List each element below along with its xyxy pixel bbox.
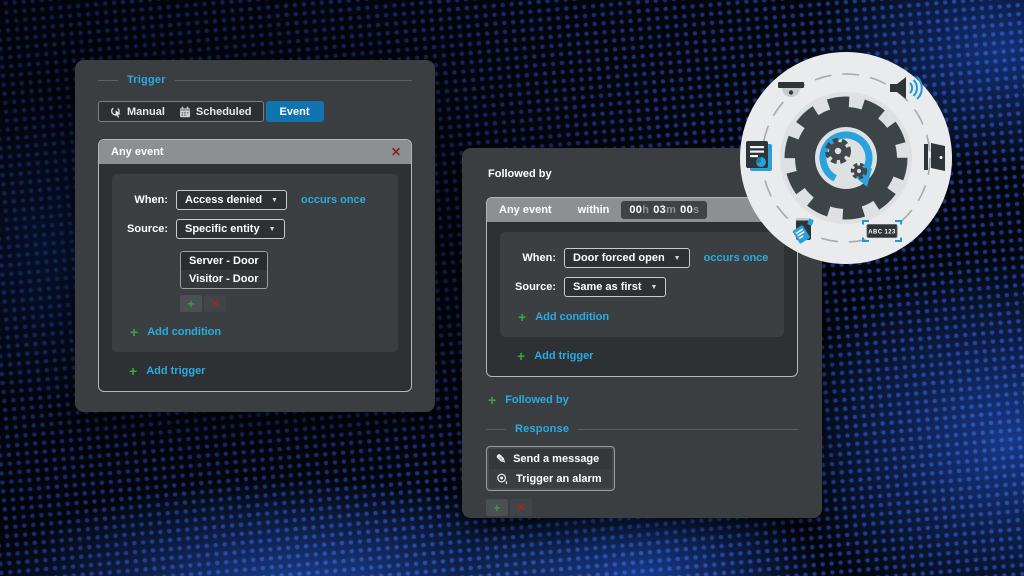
trigger-legend-label: Trigger xyxy=(127,74,166,86)
when-label: When: xyxy=(522,252,556,264)
chevron-down-icon: ▼ xyxy=(271,196,278,204)
tab-event-label: Event xyxy=(279,105,310,118)
manual-trigger-icon xyxy=(111,106,121,118)
plus-icon: + xyxy=(517,348,526,364)
response-item-label: Trigger an alarm xyxy=(516,472,602,485)
add-condition-label: Add condition xyxy=(535,311,610,323)
trigger-legend: Trigger xyxy=(98,74,412,86)
tab-manual[interactable]: Manual xyxy=(103,102,172,121)
condition-box: When: Access denied ▼ occurs once Source… xyxy=(112,174,398,352)
tab-scheduled[interactable]: Scheduled xyxy=(172,102,259,121)
hours-value: 00 xyxy=(629,204,643,216)
license-plate-text: ABC 123 xyxy=(868,229,896,235)
within-label: within xyxy=(577,204,610,216)
automation-circle-graphic: ABC 123 xyxy=(740,52,952,264)
alarm-icon xyxy=(497,473,508,485)
tab-event[interactable]: Event xyxy=(265,101,324,122)
automation-illustration: ABC 123 xyxy=(738,50,954,266)
door-icon xyxy=(924,143,945,171)
source-row: Source: Specific entity ▼ xyxy=(116,219,388,239)
seconds-unit: s xyxy=(693,204,700,216)
tab-scheduled-label: Scheduled xyxy=(195,105,252,118)
minutes-unit: m xyxy=(666,204,677,216)
when-row: When: Door forced open ▼ occurs once xyxy=(504,248,774,268)
trigger-event-card: Any event ✕ When: Access denied ▼ occurs… xyxy=(98,139,412,392)
remove-response-button[interactable]: ✕ xyxy=(510,499,532,516)
add-followed-by-link[interactable]: + Followed by xyxy=(488,392,798,408)
event-type-dropdown[interactable]: Access denied ▼ xyxy=(176,190,287,210)
add-condition-link[interactable]: + Add condition xyxy=(518,309,774,325)
add-trigger-link[interactable]: + Add trigger xyxy=(517,348,784,364)
minutes-value: 03 xyxy=(653,204,667,216)
tab-group: Manual Scheduled xyxy=(98,101,264,122)
hours-unit: h xyxy=(642,204,650,216)
add-entity-button[interactable]: + xyxy=(180,295,202,312)
list-item[interactable]: Server - Door xyxy=(181,252,267,270)
trigger-panel: Trigger Manual Scheduled Event Any event… xyxy=(75,60,435,412)
close-icon[interactable]: ✕ xyxy=(391,145,401,159)
source-dropdown[interactable]: Same as first ▼ xyxy=(564,277,667,297)
source-label: Source: xyxy=(127,223,168,235)
occurs-once-link[interactable]: occurs once xyxy=(301,194,366,206)
response-item-send-message[interactable]: ✎ Send a message xyxy=(489,449,612,469)
plus-icon: + xyxy=(129,363,138,379)
report-icon xyxy=(746,141,772,171)
add-trigger-label: Add trigger xyxy=(534,350,594,362)
source-value: Specific entity xyxy=(185,223,260,235)
chevron-down-icon: ▼ xyxy=(268,225,276,233)
response-item-trigger-alarm[interactable]: Trigger an alarm xyxy=(489,469,612,488)
when-row: When: Access denied ▼ occurs once xyxy=(116,190,388,210)
add-trigger-link[interactable]: + Add trigger xyxy=(129,363,398,379)
event-type-value: Access denied xyxy=(185,194,263,206)
response-actions: + ✕ xyxy=(486,499,798,516)
source-value: Same as first xyxy=(573,281,642,293)
entity-list: Server - Door Visitor - Door xyxy=(180,251,268,289)
chevron-down-icon: ▼ xyxy=(673,254,681,262)
add-response-button[interactable]: + xyxy=(486,499,508,516)
pencil-icon: ✎ xyxy=(496,452,507,466)
event-type-dropdown[interactable]: Door forced open ▼ xyxy=(564,248,690,268)
trigger-type-tabs: Manual Scheduled Event xyxy=(98,101,412,122)
seconds-value: 00 xyxy=(680,204,694,216)
add-condition-link[interactable]: + Add condition xyxy=(130,324,388,340)
tab-manual-label: Manual xyxy=(127,105,165,118)
add-trigger-label: Add trigger xyxy=(146,365,206,377)
chevron-down-icon: ▼ xyxy=(650,283,658,291)
response-legend-label: Response xyxy=(515,423,570,435)
event-card-header: Any event ✕ xyxy=(99,140,411,164)
entity-list-actions: + ✕ xyxy=(180,295,388,312)
source-label: Source: xyxy=(515,281,556,293)
calendar-icon xyxy=(179,106,190,117)
list-item[interactable]: Visitor - Door xyxy=(181,270,267,288)
response-item-label: Send a message xyxy=(513,453,600,465)
response-legend: Response xyxy=(486,423,798,435)
add-condition-label: Add condition xyxy=(147,326,222,338)
duration-field[interactable]: 00 h 03 m 00 s xyxy=(621,201,708,219)
plus-icon: + xyxy=(130,324,139,340)
when-label: When: xyxy=(134,194,168,206)
remove-entity-button[interactable]: ✕ xyxy=(204,295,226,312)
add-followed-by-label: Followed by xyxy=(505,394,569,406)
plus-icon: + xyxy=(488,392,497,408)
event-card-title: Any event xyxy=(499,204,552,216)
event-type-value: Door forced open xyxy=(573,252,665,264)
plus-icon: + xyxy=(518,309,527,325)
source-row: Source: Same as first ▼ xyxy=(504,277,774,297)
event-card-body: When: Access denied ▼ occurs once Source… xyxy=(99,164,411,379)
source-dropdown[interactable]: Specific entity ▼ xyxy=(176,219,285,239)
event-card-title: Any event xyxy=(111,146,164,158)
response-list: ✎ Send a message Trigger an alarm xyxy=(486,446,615,491)
